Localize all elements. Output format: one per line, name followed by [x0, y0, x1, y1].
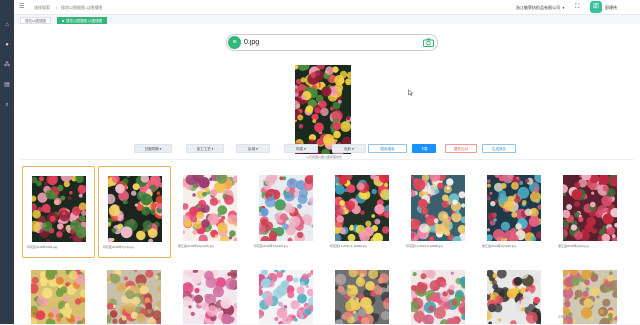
- result-card[interactable]: 印花区2018年12(pd)8.jpg: [250, 166, 323, 258]
- breadcrumb-root[interactable]: 花样搜索: [34, 5, 50, 11]
- floral-pattern: [290, 60, 355, 158]
- floral-pattern: [26, 266, 90, 325]
- filter-process-label: 加工工艺: [196, 147, 211, 151]
- floral-pattern: [29, 170, 89, 244]
- tab-label: 搜花以图搜图-以图搜图: [66, 19, 103, 23]
- divider: [20, 159, 634, 160]
- result-card[interactable]: 浙江嘉2018年10(p)1(8).jpg: [174, 166, 247, 258]
- gallery-search-button[interactable]: 图库搜索: [368, 144, 407, 153]
- result-thumbnail[interactable]: [482, 265, 545, 325]
- sidebar: ⌂ ● ⁂ ▤ ⌕: [0, 0, 14, 324]
- filter-color-dropdown[interactable]: 色彩 ▾: [332, 144, 366, 153]
- breadcrumb-separator: /: [56, 5, 58, 10]
- search-bar: ≡: [226, 34, 438, 51]
- result-thumbnail[interactable]: [406, 171, 469, 246]
- floral-pattern: [102, 268, 165, 325]
- filter-region-dropdown[interactable]: 区域 ▾: [236, 144, 270, 153]
- filter-date-dropdown[interactable]: 日服同期 ▾: [134, 144, 172, 153]
- filter-process-dropdown[interactable]: 加工工艺 ▾: [186, 144, 224, 153]
- result-card[interactable]: 浙江嘉2013年1(pd)19.jpg: [478, 166, 551, 258]
- result-thumbnail[interactable]: [485, 171, 547, 244]
- result-thumbnail[interactable]: [558, 169, 621, 243]
- floral-pattern: [330, 169, 394, 244]
- floral-pattern: [485, 171, 547, 244]
- result-card[interactable]: 印花区11-2013-F-10828.jpg: [326, 166, 399, 258]
- filter-date-label: 日服同期: [144, 147, 159, 151]
- floral-pattern: [406, 171, 469, 246]
- result-filename: 浙江嘉2018年(pd)3.jpg: [558, 244, 589, 248]
- search-input[interactable]: [244, 38, 404, 47]
- camera-icon[interactable]: [423, 38, 434, 47]
- result-card[interactable]: 印花区11-2013-F-10828.jpg: [402, 166, 475, 258]
- result-filename: 印花区2018年1082.jpg: [27, 245, 58, 249]
- result-filename: 印花区2018年12(pd)8.jpg: [254, 244, 288, 248]
- breadcrumb-current: 搜花以图搜图-以图搜图: [61, 5, 103, 10]
- floral-pattern: [181, 266, 242, 325]
- result-card[interactable]: [478, 264, 551, 325]
- print-icon[interactable]: ▤: [4, 82, 10, 88]
- result-thumbnail[interactable]: [29, 170, 89, 244]
- result-card[interactable]: [250, 264, 323, 325]
- result-card[interactable]: [98, 264, 171, 325]
- result-card[interactable]: [326, 264, 399, 325]
- team-icon[interactable]: ⁂: [4, 62, 10, 68]
- company-name: 浙江敏荣纺织品有限公司: [516, 5, 560, 10]
- download-button[interactable]: 下载: [412, 144, 436, 153]
- floral-pattern: [558, 169, 621, 243]
- result-thumbnail[interactable]: [102, 268, 165, 325]
- fullscreen-icon[interactable]: ⛶: [575, 4, 579, 10]
- result-filename: 浙江嘉2018年10(p)1(8).jpg: [178, 244, 214, 248]
- floral-pattern: [482, 265, 545, 325]
- avatar[interactable]: 邵: [590, 1, 602, 13]
- result-card[interactable]: 浙江嘉2018年(pd)3.jpg: [554, 166, 627, 258]
- result-card[interactable]: 印花区2018年7(pd).jpg: [98, 166, 171, 258]
- company-selector[interactable]: 浙江敏荣纺织品有限公司 ▼: [516, 5, 565, 11]
- filter-composition-dropdown[interactable]: 构成 ▾: [284, 144, 318, 153]
- result-card[interactable]: [22, 264, 95, 325]
- floral-pattern: [254, 268, 318, 325]
- result-thumbnail[interactable]: [331, 267, 395, 325]
- result-filename: 印花区11-2013-F-10828.jpg: [406, 244, 443, 248]
- compare-button[interactable]: 要件比对: [445, 144, 477, 153]
- filter-region-label: 区域: [248, 147, 256, 151]
- result-card[interactable]: [174, 264, 247, 325]
- topbar: ☰ 花样搜索 / 搜花以图搜图-以图搜图 浙江敏荣纺织品有限公司 ▼ ⛶ 邵 邵建…: [14, 0, 640, 15]
- mouse-cursor-icon: [408, 89, 413, 96]
- menu-toggle-icon[interactable]: ☰: [19, 4, 25, 10]
- result-thumbnail[interactable]: [102, 174, 168, 244]
- result-thumbnail[interactable]: [254, 172, 317, 246]
- result-card[interactable]: [402, 264, 475, 325]
- result-filename: 印花区11-2013-F-10828.jpg: [330, 244, 367, 248]
- result-thumbnail[interactable]: [179, 170, 241, 245]
- filter-composition-label: 构成: [296, 147, 304, 151]
- floral-pattern: [179, 170, 241, 245]
- home-icon[interactable]: ⌂: [4, 22, 10, 28]
- result-filename: 浙江嘉2013年1(pd)19.jpg: [482, 244, 516, 248]
- menu-icon[interactable]: ≡: [228, 36, 241, 49]
- tabs-bar: 搜花以图搜图 搜花以图搜图-以图搜图: [14, 15, 640, 24]
- chevron-down-icon: ▼: [562, 6, 565, 10]
- floral-pattern: [407, 267, 471, 325]
- tab-image-search[interactable]: 搜花以图搜图: [20, 17, 51, 24]
- floral-pattern: [331, 267, 395, 325]
- tab-image-search-result[interactable]: 搜花以图搜图-以图搜图: [57, 17, 108, 24]
- result-card[interactable]: 印花区2018年1082.jpg: [22, 166, 95, 258]
- result-thumbnail[interactable]: [26, 266, 90, 325]
- query-image: [290, 60, 355, 158]
- result-thumbnail[interactable]: [181, 266, 242, 325]
- filter-color-label: 色彩: [344, 147, 352, 151]
- search-icon[interactable]: ⌕: [4, 102, 10, 108]
- result-thumbnail[interactable]: [407, 267, 471, 325]
- generate-report-button[interactable]: 生成报告: [482, 144, 516, 153]
- active-dot-icon: [62, 20, 64, 23]
- floral-pattern: [102, 174, 168, 244]
- result-filename: 印花区2018年7(pd).jpg: [103, 245, 134, 249]
- username[interactable]: 邵建伟: [605, 5, 617, 11]
- floral-pattern: [254, 172, 317, 246]
- result-thumbnail[interactable]: [330, 169, 394, 244]
- pagination-total: 33条数据: [558, 315, 573, 319]
- main-content: ≡ 以花搜图以图以图搜图搜搜 日服同期 ▾ 加工工艺 ▾ 区域 ▾ 构成 ▾ 色…: [14, 24, 640, 325]
- user-icon[interactable]: ●: [4, 42, 10, 48]
- result-thumbnail[interactable]: [254, 268, 318, 325]
